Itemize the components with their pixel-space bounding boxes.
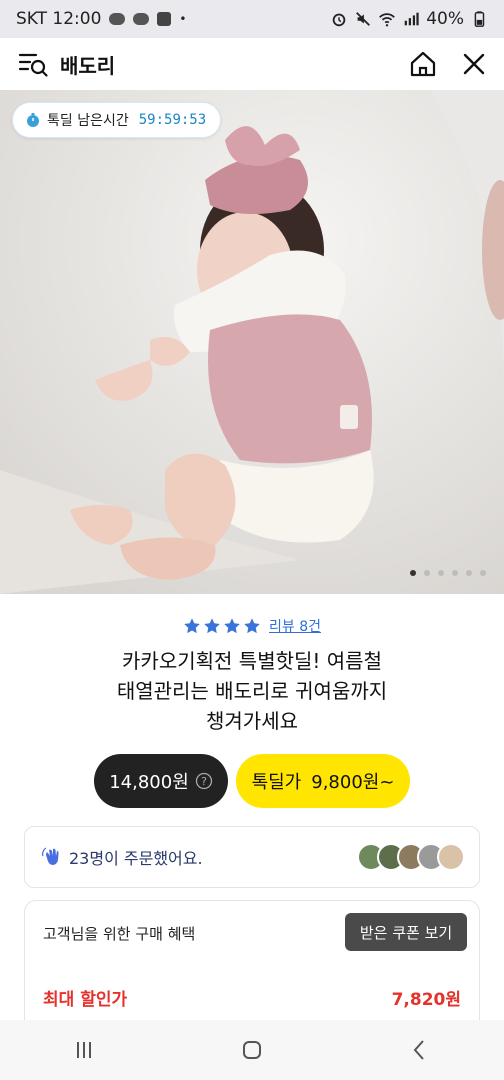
deal-price-button[interactable]: 톡딜가 9,800원~ [236,754,410,808]
app-header: 배도리 [0,38,504,90]
recent-apps-icon[interactable] [70,1036,98,1064]
page-title: 배도리 [60,53,116,78]
star-icon [244,618,260,634]
normal-price: 14,800원 [109,772,189,793]
view-coupons-button[interactable]: 받은 쿠폰 보기 [345,913,467,951]
order-count-text: 23명이 주문했어요. [69,849,203,868]
talk-notification-icon [109,13,126,25]
product-photo [0,90,504,594]
avatar [437,843,465,871]
product-image-carousel[interactable]: 톡딜 남은시간 59:59:53 [0,90,504,594]
alarm-icon [332,13,346,27]
headline-line-1: 카카오기획전 특별핫딜! 여름철 [122,649,382,673]
battery-icon [474,11,485,27]
headline-line-2: 태열관리는 배도리로 귀여움까지 [116,679,388,703]
deal-price: 9,800원~ [311,772,395,793]
deal-label: 톡딜가 [251,772,302,793]
timer-label: 톡딜 남은시간 [47,113,129,129]
home-icon[interactable] [408,49,438,79]
waving-hand-icon [41,847,59,865]
more-notifications-icon: • [179,12,187,26]
review-count-link[interactable]: 리뷰 8건 [269,616,321,636]
carousel-dot[interactable] [480,570,486,576]
home-button-icon[interactable] [238,1036,266,1064]
star-icon [204,618,220,634]
system-nav-bar [0,1020,504,1080]
price-options: 14,800원 ? 톡딜가 9,800원~ [0,754,504,808]
carousel-dot[interactable] [424,570,430,576]
rating-row: 리뷰 8건 [0,616,504,636]
max-discount-label: 최대 할인가 [43,990,128,1010]
mute-icon [356,12,371,26]
buyer-avatars [357,843,465,871]
max-discount-value: 7,820원 [391,990,461,1010]
product-headline: 카카오기획전 특별핫딜! 여름철 태열관리는 배도리로 귀여움까지 챙겨가세요 [40,646,464,736]
status-bar: SKT 12:00 • 40% [0,0,504,38]
signal-icon [404,12,419,26]
question-icon[interactable]: ? [195,772,213,790]
wifi-icon [379,13,396,27]
carrier-time: SKT 12:00 [16,9,102,29]
star-icon [184,618,200,634]
headline-line-3: 챙겨가세요 [206,709,298,733]
carousel-dot[interactable] [452,570,458,576]
benefit-title: 고객님을 위한 구매 혜택 [43,925,196,943]
timer-value: 59:59:53 [138,112,207,128]
carousel-dot[interactable] [410,570,416,576]
normal-price-button[interactable]: 14,800원 ? [94,754,228,808]
menu-search-icon[interactable] [16,47,50,81]
order-count-bar: 23명이 주문했어요. [24,826,480,888]
star-rating [183,617,261,635]
svg-text:?: ? [201,775,207,788]
app-notification-icon [133,13,150,25]
battery-percent: 40% [426,9,464,29]
back-icon[interactable] [406,1036,434,1064]
deal-timer: 톡딜 남은시간 59:59:53 [12,102,222,138]
carousel-dot[interactable] [466,570,472,576]
app-notification-icon-2 [157,12,172,26]
close-icon[interactable] [460,50,488,78]
carousel-indicator [410,570,486,576]
star-icon [224,618,240,634]
timer-icon [27,113,39,127]
carousel-dot[interactable] [438,570,444,576]
